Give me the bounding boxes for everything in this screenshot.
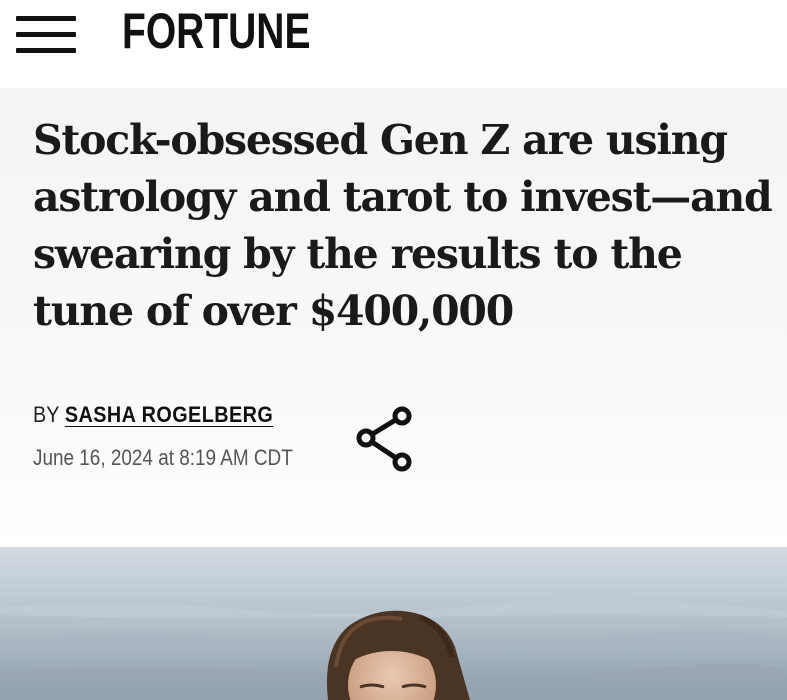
hero-photo: [0, 547, 787, 700]
top-navigation-bar: FORTUNE: [0, 0, 787, 88]
article-headline: Stock-obsessed Gen Z are using astrology…: [33, 116, 773, 335]
hamburger-menu-icon[interactable]: [14, 12, 78, 56]
byline-prefix: BY: [33, 402, 60, 427]
fortune-logo[interactable]: FORTUNE: [122, 2, 310, 60]
hero-image: [0, 547, 787, 700]
byline: BY SASHA ROGELBERG: [33, 400, 273, 430]
menu-bar-line: [16, 16, 76, 21]
author-link[interactable]: SASHA ROGELBERG: [65, 402, 273, 427]
publish-timestamp: June 16, 2024 at 8:19 AM CDT: [33, 445, 293, 470]
share-icon[interactable]: [352, 406, 418, 476]
menu-bar-line: [16, 48, 76, 53]
menu-bar-line: [16, 32, 76, 37]
